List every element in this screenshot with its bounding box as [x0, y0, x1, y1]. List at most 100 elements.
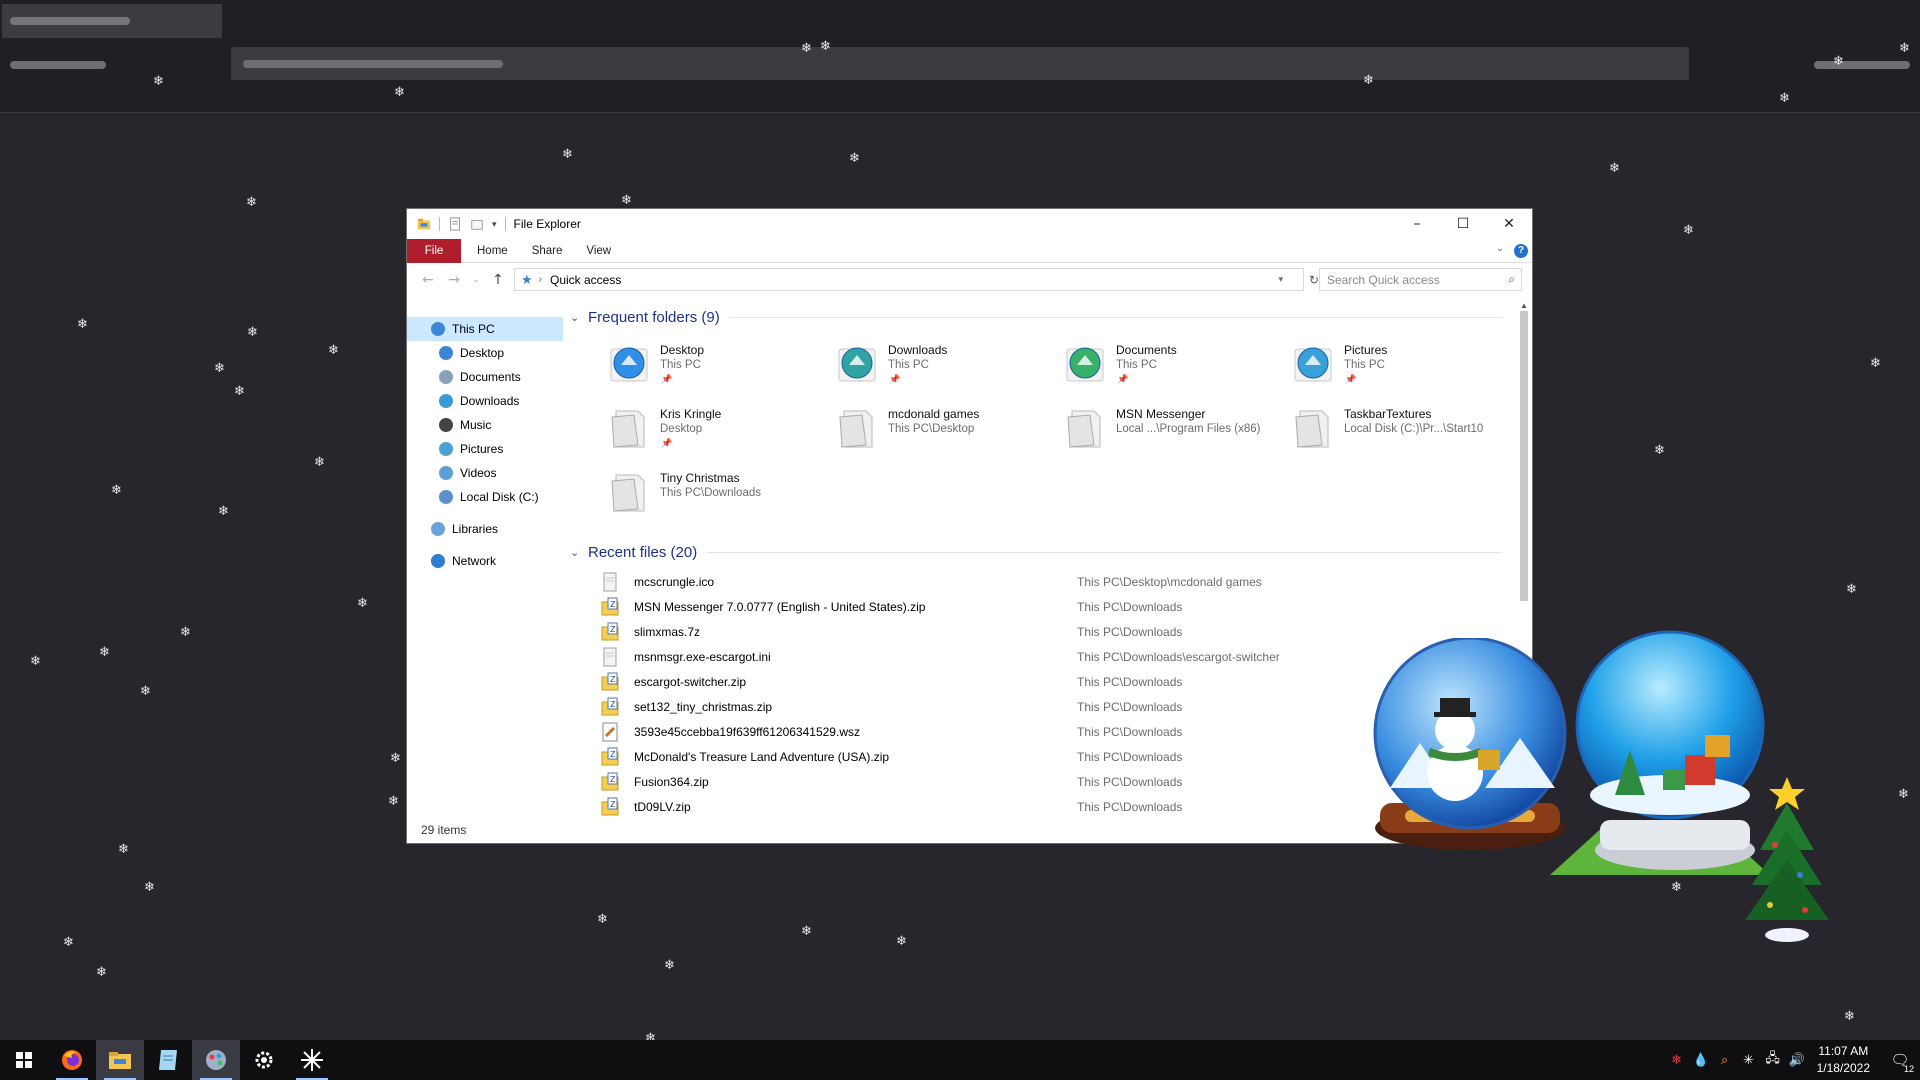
snowflake-icon: ❄ [1683, 223, 1694, 238]
recent-file-row[interactable]: Zset132_tiny_christmas.zip This PC\Downlo… [600, 694, 1182, 719]
desktop-folder-icon [610, 347, 648, 382]
search-icon[interactable]: ⌕ [1508, 272, 1515, 287]
folder-tile[interactable]: Downloads This PC 📌 [836, 337, 1056, 397]
tab-share[interactable]: Share [520, 239, 575, 263]
breadcrumb-separator-icon[interactable]: › [539, 274, 542, 285]
customize-toolbar-chevron-icon[interactable]: ▾ [492, 219, 497, 230]
nav-item-libraries[interactable]: Libraries [407, 517, 563, 541]
nav-item-videos[interactable]: Videos [407, 461, 563, 485]
quick-access-star-icon: ★ [521, 271, 533, 287]
nav-item-documents[interactable]: Documents [407, 365, 563, 389]
libraries-icon [431, 522, 445, 536]
file-name: escargot-switcher.zip [634, 674, 747, 689]
folder-name: Pictures [1344, 343, 1388, 357]
volume-icon[interactable]: 🔊 [1785, 1053, 1809, 1068]
nav-item-local-disk-c[interactable]: Local Disk (C:) [407, 485, 563, 509]
droplet-tray-icon[interactable]: 💧 [1689, 1053, 1713, 1068]
tab-file[interactable]: File [407, 238, 461, 263]
pin-icon: 📌 [889, 374, 901, 384]
snowflake-icon: ❄ [1899, 41, 1910, 56]
santa-tray-icon[interactable]: ❄ [1665, 1053, 1689, 1068]
address-dropdown-chevron-icon[interactable]: ▾ [1278, 274, 1283, 285]
clock[interactable]: 11:07 AM 1/18/2022 [1817, 1043, 1870, 1077]
tab-home[interactable]: Home [465, 239, 520, 263]
recent-file-row[interactable]: Z MSN Messenger 7.0.0777 (English - Unite… [600, 594, 1182, 619]
taskbar-settings[interactable] [240, 1040, 288, 1080]
settings-icon [255, 1051, 273, 1069]
zip-file-icon: Z [601, 672, 619, 690]
collapse-chevron-icon[interactable]: ⌄ [570, 546, 580, 559]
nav-item-label: Local Disk (C:) [460, 490, 539, 504]
ini-file-icon [603, 647, 617, 666]
refresh-icon[interactable]: ↻ [1309, 273, 1319, 287]
nav-item-desktop[interactable]: Desktop [407, 341, 563, 365]
scroll-up-arrow-icon[interactable]: ▲ [1520, 301, 1528, 310]
snowflake-icon: ❄ [1870, 356, 1881, 371]
search-tray-icon[interactable]: ⌕ [1713, 1053, 1737, 1068]
folder-location: This PC\Desktop [888, 423, 975, 435]
breadcrumb-quick-access[interactable]: Quick access [550, 273, 621, 287]
folder-tile[interactable]: MSN Messenger Local ...\Program Files (x8… [1064, 401, 1284, 461]
back-arrow-icon[interactable]: ← [415, 272, 441, 288]
snowflake-icon: ❄ [63, 935, 74, 950]
up-arrow-icon[interactable]: ↑ [485, 272, 511, 288]
new-folder-icon[interactable] [470, 217, 484, 231]
search-input[interactable]: Search Quick access ⌕ [1319, 268, 1522, 291]
nav-item-music[interactable]: Music [407, 413, 563, 437]
address-bar[interactable]: ★ › Quick access ▾ ↻ [514, 268, 1319, 291]
start-button[interactable] [0, 1040, 48, 1080]
recent-file-row[interactable]: Z McDonald's Treasure Land Adventure (USA… [600, 744, 1182, 769]
recent-file-row[interactable]: msnmsgr.exe-escargot.ini This PC\Download… [600, 644, 1280, 669]
taskbar-notepad[interactable] [144, 1040, 192, 1080]
help-icon[interactable]: ? [1514, 244, 1528, 258]
search-placeholder: Search Quick access [1327, 272, 1440, 287]
file-name: 3593e45ccebba19f639ff61206341529.wsz [634, 724, 860, 739]
nav-item-this-pc[interactable]: This PC [407, 317, 563, 341]
forward-arrow-icon[interactable]: → [441, 272, 467, 288]
snowflake-icon: ❄ [1363, 73, 1374, 88]
action-center-button[interactable]: 🗨 12 [1880, 1040, 1920, 1080]
recent-locations-chevron-icon[interactable]: ⌄ [467, 275, 485, 285]
expand-ribbon-chevron-icon[interactable]: ⌄ [1496, 243, 1504, 254]
recent-file-row[interactable]: Zslimxmas.7z This PC\Downloads [600, 619, 1182, 644]
recent-file-row[interactable]: Zescargot-switcher.zip This PC\Downloads [600, 669, 1182, 694]
folder-tile[interactable]: Kris Kringle Desktop 📌 [608, 401, 828, 461]
ico-file-icon [603, 572, 617, 591]
recent-file-row[interactable]: ZtD09LV.zip This PC\Downloads [600, 794, 1182, 819]
folder-location: This PC [660, 359, 701, 371]
scrollbar-thumb[interactable] [1520, 311, 1528, 601]
folder-name: MSN Messenger [1116, 407, 1206, 421]
folder-tile[interactable]: mcdonald games This PC\Desktop [836, 401, 1056, 461]
collapse-chevron-icon[interactable]: ⌄ [570, 311, 580, 324]
taskbar-paint[interactable] [192, 1040, 240, 1080]
nav-item-pictures[interactable]: Pictures [407, 437, 563, 461]
snowflake-icon: ❄ [234, 384, 245, 399]
folder-tile[interactable]: Desktop This PC 📌 [608, 337, 828, 397]
folder-tile[interactable]: Documents This PC 📌 [1064, 337, 1284, 397]
maximize-button[interactable]: ☐ [1440, 209, 1486, 239]
nav-item-downloads[interactable]: Downloads [407, 389, 563, 413]
folder-tile[interactable]: Pictures This PC 📌 [1292, 337, 1512, 397]
folder-app-icon[interactable] [417, 217, 431, 231]
folder-tile[interactable]: Tiny Christmas This PC\Downloads [608, 465, 828, 525]
snowflake-tray-icon[interactable]: ✳ [1737, 1053, 1761, 1068]
folder-tile[interactable]: TaskbarTextures Local Disk (C:)\Pr...\Sta… [1292, 401, 1512, 461]
taskbar-file-explorer[interactable] [96, 1040, 144, 1080]
nav-item-network[interactable]: Network [407, 549, 563, 573]
properties-icon[interactable] [448, 217, 462, 231]
taskbar-firefox[interactable] [48, 1040, 96, 1080]
recent-files-header[interactable]: ⌄ Recent files (20) [570, 540, 1502, 564]
taskbar-snowflake-app[interactable] [288, 1040, 336, 1080]
recent-file-row[interactable]: 3593e45ccebba19f639ff61206341529.wsz This… [600, 719, 1182, 744]
minimize-button[interactable]: – [1394, 209, 1440, 239]
recent-file-row[interactable]: mcscrungle.ico This PC\Desktop\mcdonald g… [600, 569, 1262, 594]
svg-text:Z: Z [610, 700, 616, 709]
frequent-folders-header[interactable]: ⌄ Frequent folders (9) [570, 305, 1502, 329]
close-button[interactable]: ✕ [1486, 209, 1532, 239]
network-icon[interactable]: 🖧 [1761, 1049, 1785, 1071]
snowflake-icon: ❄ [621, 193, 632, 208]
zip-file-icon: Z [601, 597, 619, 615]
tab-view[interactable]: View [574, 239, 623, 263]
title-bar[interactable]: ▾ File Explorer – ☐ ✕ [407, 209, 1532, 239]
recent-file-row[interactable]: Z Fusion364.zip This PC\Downloads [600, 769, 1182, 794]
